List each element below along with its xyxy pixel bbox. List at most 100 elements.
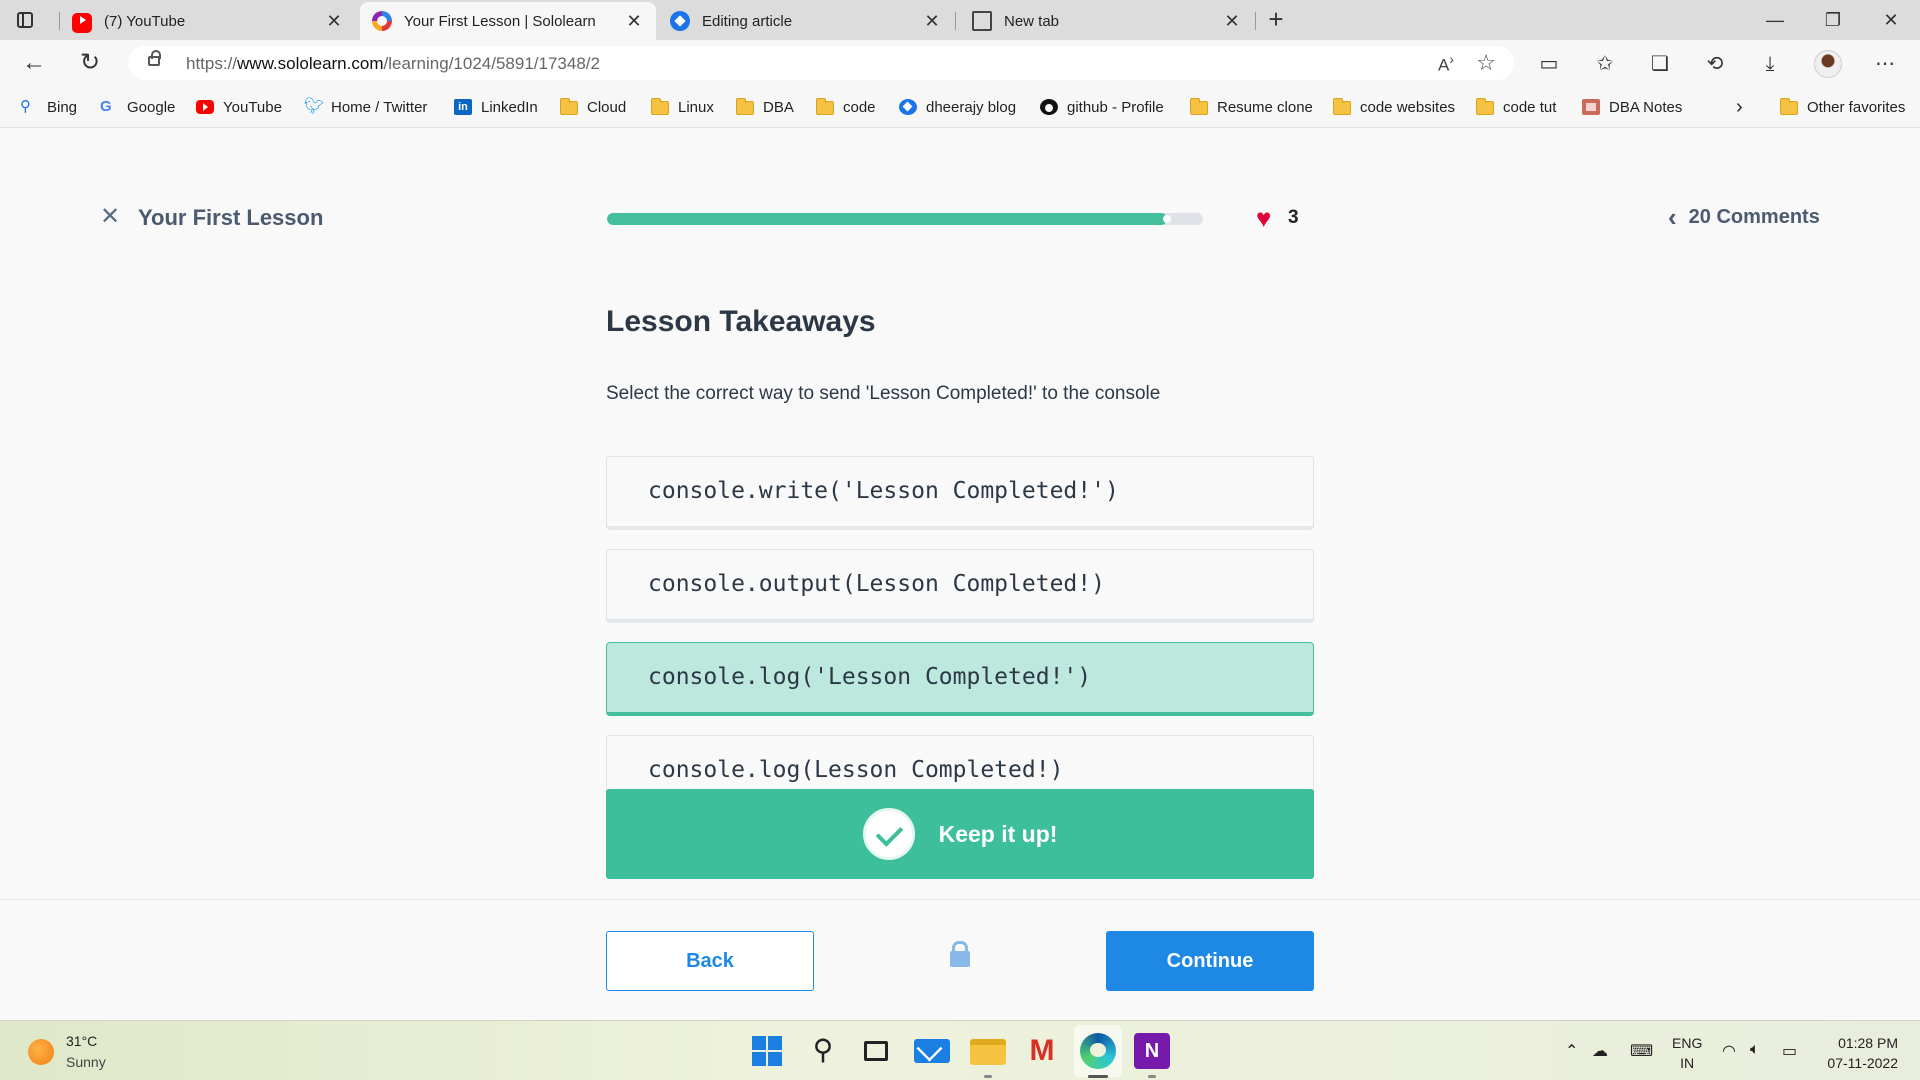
question-text: Select the correct way to send 'Lesson C… <box>606 383 1161 404</box>
address-bar[interactable]: https://www.sololearn.com/learning/1024/… <box>128 46 1514 80</box>
minimize-button[interactable]: — <box>1752 4 1798 36</box>
new-tab-button[interactable]: + <box>1262 6 1290 34</box>
editor-icon <box>670 11 690 31</box>
favorites-overflow-chevron-icon[interactable]: › <box>1736 96 1743 118</box>
back-button[interactable]: Back <box>606 931 814 991</box>
favorite-label: dheerajy blog <box>926 98 1017 116</box>
favorite-youtube[interactable]: YouTube <box>196 96 282 118</box>
answer-option[interactable]: console.output(Lesson Completed!) <box>606 549 1314 623</box>
favorite-twitter[interactable]: 🐦︎ Home / Twitter <box>304 96 427 118</box>
favorite-dba-notes[interactable]: DBA Notes <box>1582 96 1682 118</box>
feedback-banner: Keep it up! <box>606 789 1314 879</box>
region-code: IN <box>1680 1055 1695 1071</box>
file-explorer-icon[interactable] <box>970 1039 1006 1065</box>
close-icon[interactable]: ✕ <box>320 11 348 32</box>
favorite-folder-code[interactable]: code <box>816 96 876 118</box>
favorite-label: Bing <box>47 98 78 116</box>
battery-icon[interactable]: ▭ <box>1782 1041 1797 1061</box>
close-icon[interactable]: ✕ <box>620 11 648 32</box>
mail-icon[interactable] <box>914 1039 950 1063</box>
notes-icon <box>1582 99 1600 115</box>
comments-link[interactable]: ‹ 20 Comments <box>1668 204 1820 230</box>
sun-icon[interactable] <box>28 1039 54 1065</box>
favorites-icon[interactable]: ✩ <box>1590 50 1620 78</box>
close-window-button[interactable]: ✕ <box>1868 4 1914 36</box>
close-icon[interactable]: ✕ <box>100 205 120 229</box>
cast-icon[interactable]: ▭ <box>1534 50 1564 78</box>
section-title: Lesson Takeaways <box>606 305 876 338</box>
lock-icon[interactable] <box>148 50 161 66</box>
answer-option[interactable]: console.log('Lesson Completed!') <box>606 642 1314 716</box>
more-menu-icon[interactable]: ⋯ <box>1870 50 1900 78</box>
cloud-icon[interactable]: ☁ <box>1592 1041 1608 1061</box>
tab-youtube[interactable]: (7) YouTube ✕ <box>60 2 356 40</box>
favorite-folder-linux[interactable]: Linux <box>651 96 714 118</box>
blog-icon <box>899 99 917 115</box>
volume-icon[interactable]: 🔈︎ <box>1750 1041 1760 1059</box>
weather-description[interactable]: Sunny <box>66 1054 106 1070</box>
search-icon[interactable]: ⚲ <box>805 1033 841 1069</box>
favorite-bing[interactable]: ⚲ Bing <box>20 96 77 118</box>
youtube-icon <box>196 100 214 114</box>
document-icon <box>972 11 992 31</box>
keyboard-icon[interactable]: ⌨ <box>1630 1041 1653 1061</box>
edge-icon[interactable] <box>1080 1033 1116 1069</box>
url-domain: www.sololearn.com <box>237 54 384 73</box>
favorite-folder-cloud[interactable]: Cloud <box>560 96 626 118</box>
tab-separator <box>955 12 956 30</box>
onenote-icon[interactable]: N <box>1134 1033 1170 1069</box>
favorite-google[interactable]: G Google <box>100 96 175 118</box>
github-icon <box>1040 99 1058 115</box>
gmail-icon[interactable]: M <box>1024 1033 1060 1069</box>
collections-icon[interactable]: ❏ <box>1645 50 1675 78</box>
tab-separator <box>1255 12 1256 30</box>
task-view-icon[interactable] <box>864 1041 888 1061</box>
tab-new-tab[interactable]: New tab ✕ <box>958 2 1254 40</box>
wifi-icon[interactable]: ◠ <box>1722 1041 1736 1061</box>
refresh-icon[interactable]: ↻ <box>74 48 106 80</box>
favorite-github[interactable]: github - Profile <box>1040 96 1164 118</box>
favorite-folder-code-websites[interactable]: code websites <box>1333 96 1455 118</box>
hearts-count: 3 <box>1288 207 1299 228</box>
tab-sololearn[interactable]: Your First Lesson | Sololearn ✕ <box>360 2 656 40</box>
favorite-other-favorites[interactable]: Other favorites <box>1780 96 1905 118</box>
folder-icon <box>560 98 578 115</box>
favorite-blog[interactable]: dheerajy blog <box>899 96 1016 118</box>
tab-title: Editing article <box>702 12 793 30</box>
chevron-up-icon[interactable]: ⌃ <box>1565 1041 1578 1061</box>
folder-icon <box>1780 98 1798 115</box>
windows-start-icon[interactable] <box>749 1033 785 1069</box>
close-icon[interactable]: ✕ <box>1218 11 1246 32</box>
language-indicator[interactable]: ENG IN <box>1672 1033 1702 1073</box>
running-indicator <box>984 1075 992 1078</box>
history-icon[interactable]: ⟲ <box>1700 50 1730 78</box>
tab-title: (7) YouTube <box>104 12 186 30</box>
restore-button[interactable]: ❐ <box>1810 4 1856 36</box>
profile-avatar[interactable] <box>1814 50 1842 78</box>
progress-marker <box>1163 215 1171 223</box>
favorite-label: LinkedIn <box>481 98 538 116</box>
downloads-icon[interactable]: ⤓ <box>1755 50 1785 78</box>
favorite-linkedin[interactable]: in LinkedIn <box>454 96 538 118</box>
read-aloud-icon[interactable]: A› <box>1438 52 1454 76</box>
active-indicator <box>1088 1075 1108 1078</box>
url-text[interactable]: https://www.sololearn.com/learning/1024/… <box>186 54 600 74</box>
twitter-icon: 🐦︎ <box>304 98 325 115</box>
favorite-label: Linux <box>678 98 714 116</box>
unlock-icon[interactable] <box>950 941 970 967</box>
tab-title: Your First Lesson | Sololearn <box>404 12 596 30</box>
tab-actions-icon[interactable] <box>14 9 36 31</box>
favorite-folder-code-tut[interactable]: code tut <box>1476 96 1556 118</box>
continue-button[interactable]: Continue <box>1106 931 1314 991</box>
answer-option[interactable]: console.write('Lesson Completed!') <box>606 456 1314 530</box>
weather-temperature[interactable]: 31°C <box>66 1033 97 1049</box>
tab-editing-article[interactable]: Editing article ✕ <box>658 2 954 40</box>
favorite-folder-dba[interactable]: DBA <box>736 96 794 118</box>
close-icon[interactable]: ✕ <box>918 11 946 32</box>
clock[interactable]: 01:28 PM 07-11-2022 <box>1808 1033 1898 1073</box>
add-favorite-icon[interactable]: ☆ <box>1476 50 1496 76</box>
taskbar: 31°C Sunny ⚲ M N ⌃ ☁ ⌨ ENG IN ◠ 🔈︎ ▭ 01:2… <box>0 1020 1920 1080</box>
footer-divider <box>0 899 1920 900</box>
favorite-folder-resume[interactable]: Resume clone <box>1190 96 1313 118</box>
back-arrow-icon[interactable]: ← <box>18 48 50 80</box>
